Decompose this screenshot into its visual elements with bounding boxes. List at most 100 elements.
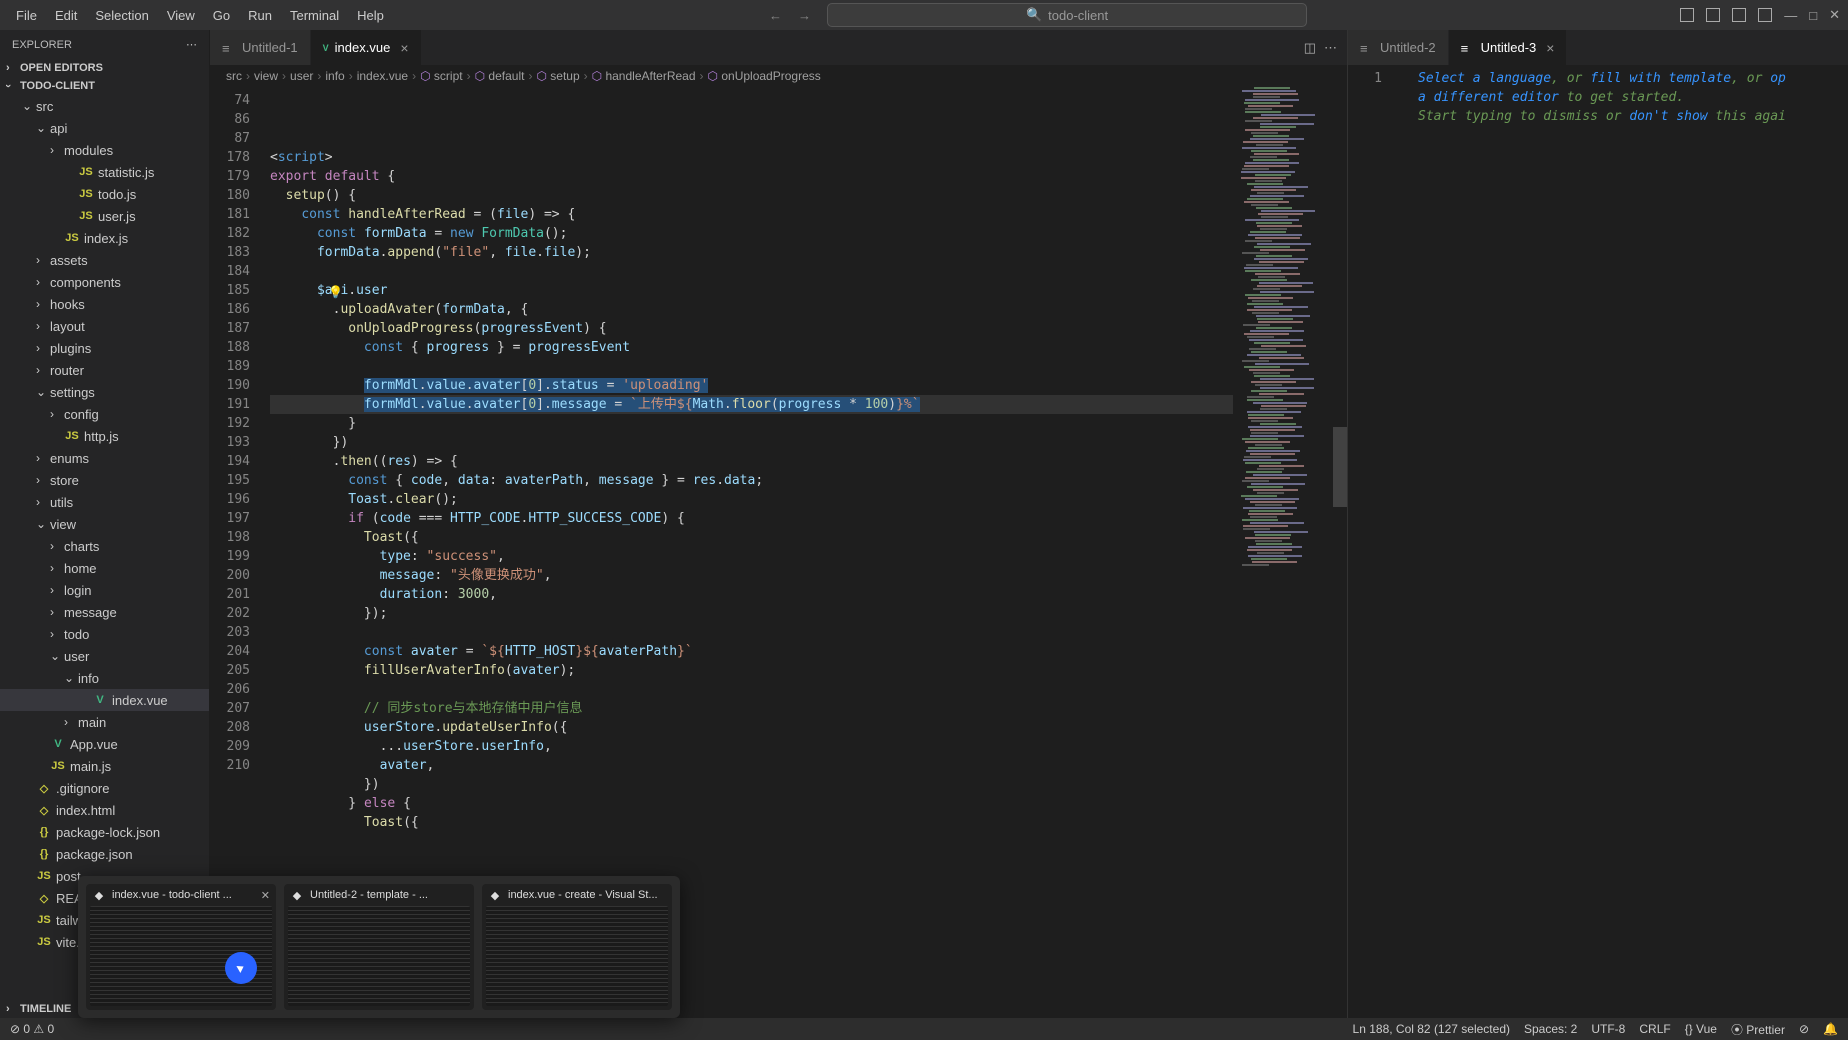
breadcrumbs[interactable]: src›view›user›info›index.vue›⬡ script›⬡ … xyxy=(210,65,1347,87)
menu-go[interactable]: Go xyxy=(205,4,238,27)
tree-item-package-json[interactable]: {}package.json xyxy=(0,843,209,865)
tree-item-index-vue[interactable]: Vindex.vue xyxy=(0,689,209,711)
editor-group-1: ≡Untitled-1Vindex.vue× ◫ ⋯ src›view›user… xyxy=(210,30,1348,1018)
tree-item-info[interactable]: ⌄info xyxy=(0,667,209,689)
line-gutter-right: 1 xyxy=(1348,65,1398,1018)
taskbar-preview-window[interactable]: ◆index.vue - todo-client ...✕ xyxy=(86,884,276,1010)
breadcrumb-info[interactable]: info xyxy=(325,69,344,83)
tree-item-message[interactable]: ›message xyxy=(0,601,209,623)
taskbar-preview-window[interactable]: ◆index.vue - create - Visual St... xyxy=(482,884,672,1010)
window-minimize-icon[interactable]: — xyxy=(1784,8,1797,23)
breadcrumb-setup[interactable]: ⬡ setup xyxy=(536,69,579,83)
split-editor-icon[interactable]: ◫ xyxy=(1304,40,1316,56)
layout-sidebar-right-icon[interactable] xyxy=(1732,8,1746,22)
window-maximize-icon[interactable]: □ xyxy=(1809,8,1817,23)
window-close-icon[interactable]: ✕ xyxy=(1829,7,1840,23)
close-icon[interactable]: ✕ xyxy=(261,889,270,902)
tree-item-http-js[interactable]: JShttp.js xyxy=(0,425,209,447)
command-center-search[interactable]: 🔍 todo-client xyxy=(827,3,1307,27)
tree-item-assets[interactable]: ›assets xyxy=(0,249,209,271)
tree-item-charts[interactable]: ›charts xyxy=(0,535,209,557)
breadcrumb-script[interactable]: ⬡ script xyxy=(420,69,463,83)
menu-center: ← → 🔍 todo-client xyxy=(765,3,1307,27)
breadcrumb-index.vue[interactable]: index.vue xyxy=(357,69,408,83)
code-editor-right[interactable]: 1 Select a language, or fill with templa… xyxy=(1348,65,1848,1018)
status-item[interactable]: Ln 188, Col 82 (127 selected) xyxy=(1353,1022,1510,1036)
vscode-icon: ◆ xyxy=(488,888,502,902)
tree-item-App-vue[interactable]: VApp.vue xyxy=(0,733,209,755)
breadcrumb-user[interactable]: user xyxy=(290,69,313,83)
tree-item-index-js[interactable]: JSindex.js xyxy=(0,227,209,249)
tree-item-plugins[interactable]: ›plugins xyxy=(0,337,209,359)
breadcrumb-onUploadProgress[interactable]: ⬡ onUploadProgress xyxy=(708,69,821,83)
status-item[interactable]: CRLF xyxy=(1639,1022,1670,1036)
menu-terminal[interactable]: Terminal xyxy=(282,4,347,27)
tab-Untitled-3[interactable]: ≡Untitled-3× xyxy=(1449,30,1568,65)
menu-selection[interactable]: Selection xyxy=(87,4,156,27)
tree-item-todo-js[interactable]: JStodo.js xyxy=(0,183,209,205)
tab-Untitled-1[interactable]: ≡Untitled-1 xyxy=(210,30,311,65)
tree-item-user[interactable]: ⌄user xyxy=(0,645,209,667)
status-item[interactable]: 🔔 xyxy=(1823,1022,1838,1036)
explorer-more-icon[interactable]: ⋯ xyxy=(186,38,197,51)
menu-help[interactable]: Help xyxy=(349,4,392,27)
tree-item-enums[interactable]: ›enums xyxy=(0,447,209,469)
menu-run[interactable]: Run xyxy=(240,4,280,27)
tree-item-hooks[interactable]: ›hooks xyxy=(0,293,209,315)
menu-view[interactable]: View xyxy=(159,4,203,27)
tree-item-modules[interactable]: ›modules xyxy=(0,139,209,161)
tree-item-main[interactable]: ›main xyxy=(0,711,209,733)
tab-more-icon[interactable]: ⋯ xyxy=(1324,40,1337,56)
layout-customize-icon[interactable] xyxy=(1758,8,1772,22)
tree-item-login[interactable]: ›login xyxy=(0,579,209,601)
tree-item--gitignore[interactable]: ◇.gitignore xyxy=(0,777,209,799)
status-item[interactable]: UTF-8 xyxy=(1591,1022,1625,1036)
taskbar-preview-window[interactable]: ◆Untitled-2 - template - ... xyxy=(284,884,474,1010)
status-item[interactable]: ⊘ xyxy=(1799,1022,1809,1036)
tree-item-index-html[interactable]: ◇index.html xyxy=(0,799,209,821)
tree-item-utils[interactable]: ›utils xyxy=(0,491,209,513)
scroll-thumb[interactable] xyxy=(1333,427,1347,507)
project-section[interactable]: TODO-CLIENT xyxy=(0,77,209,95)
tree-item-statistic-js[interactable]: JSstatistic.js xyxy=(0,161,209,183)
status-item[interactable]: ⦿ Prettier xyxy=(1731,1021,1785,1038)
layout-sidebar-left-icon[interactable] xyxy=(1680,8,1694,22)
tree-item-store[interactable]: ›store xyxy=(0,469,209,491)
explorer-title-label: EXPLORER xyxy=(12,39,72,51)
nav-back-icon[interactable]: ← xyxy=(765,6,786,25)
tree-item-view[interactable]: ⌄view xyxy=(0,513,209,535)
tree-item-router[interactable]: ›router xyxy=(0,359,209,381)
lightbulb-icon[interactable]: 💡 xyxy=(328,283,343,302)
tree-item-src[interactable]: ⌄src xyxy=(0,95,209,117)
tree-item-user-js[interactable]: JSuser.js xyxy=(0,205,209,227)
breadcrumb-src[interactable]: src xyxy=(226,69,242,83)
tab-Untitled-2[interactable]: ≡Untitled-2 xyxy=(1348,30,1449,65)
scrollbar-vertical[interactable] xyxy=(1333,87,1347,1018)
status-item[interactable]: ⊘ 0 ⚠ 0 xyxy=(10,1022,54,1036)
tab-close-icon[interactable]: × xyxy=(400,40,408,56)
status-right: Ln 188, Col 82 (127 selected) Spaces: 2 UT… xyxy=(1353,1021,1838,1038)
tree-item-components[interactable]: ›components xyxy=(0,271,209,293)
menu-edit[interactable]: Edit xyxy=(47,4,85,27)
tree-item-main-js[interactable]: JSmain.js xyxy=(0,755,209,777)
tab-index-vue[interactable]: Vindex.vue× xyxy=(311,30,422,65)
tab-close-icon[interactable]: × xyxy=(1546,40,1554,56)
tree-item-config[interactable]: ›config xyxy=(0,403,209,425)
tree-item-home[interactable]: ›home xyxy=(0,557,209,579)
breadcrumb-view[interactable]: view xyxy=(254,69,278,83)
status-item[interactable]: Spaces: 2 xyxy=(1524,1022,1577,1036)
tree-item-layout[interactable]: ›layout xyxy=(0,315,209,337)
file-tree: ⌄src⌄api›modulesJSstatistic.jsJStodo.jsJ… xyxy=(0,95,209,1000)
tree-item-settings[interactable]: ⌄settings xyxy=(0,381,209,403)
open-editors-section[interactable]: OPEN EDITORS xyxy=(0,59,209,77)
breadcrumb-handleAfterRead[interactable]: ⬡ handleAfterRead xyxy=(592,69,696,83)
breadcrumb-default[interactable]: ⬡ default xyxy=(475,69,525,83)
tree-item-package-lock-json[interactable]: {}package-lock.json xyxy=(0,821,209,843)
minimap[interactable] xyxy=(1233,87,1333,1018)
tree-item-api[interactable]: ⌄api xyxy=(0,117,209,139)
menu-file[interactable]: File xyxy=(8,4,45,27)
nav-forward-icon[interactable]: → xyxy=(794,6,815,25)
tree-item-todo[interactable]: ›todo xyxy=(0,623,209,645)
layout-panel-icon[interactable] xyxy=(1706,8,1720,22)
status-item[interactable]: {} Vue xyxy=(1685,1022,1717,1036)
